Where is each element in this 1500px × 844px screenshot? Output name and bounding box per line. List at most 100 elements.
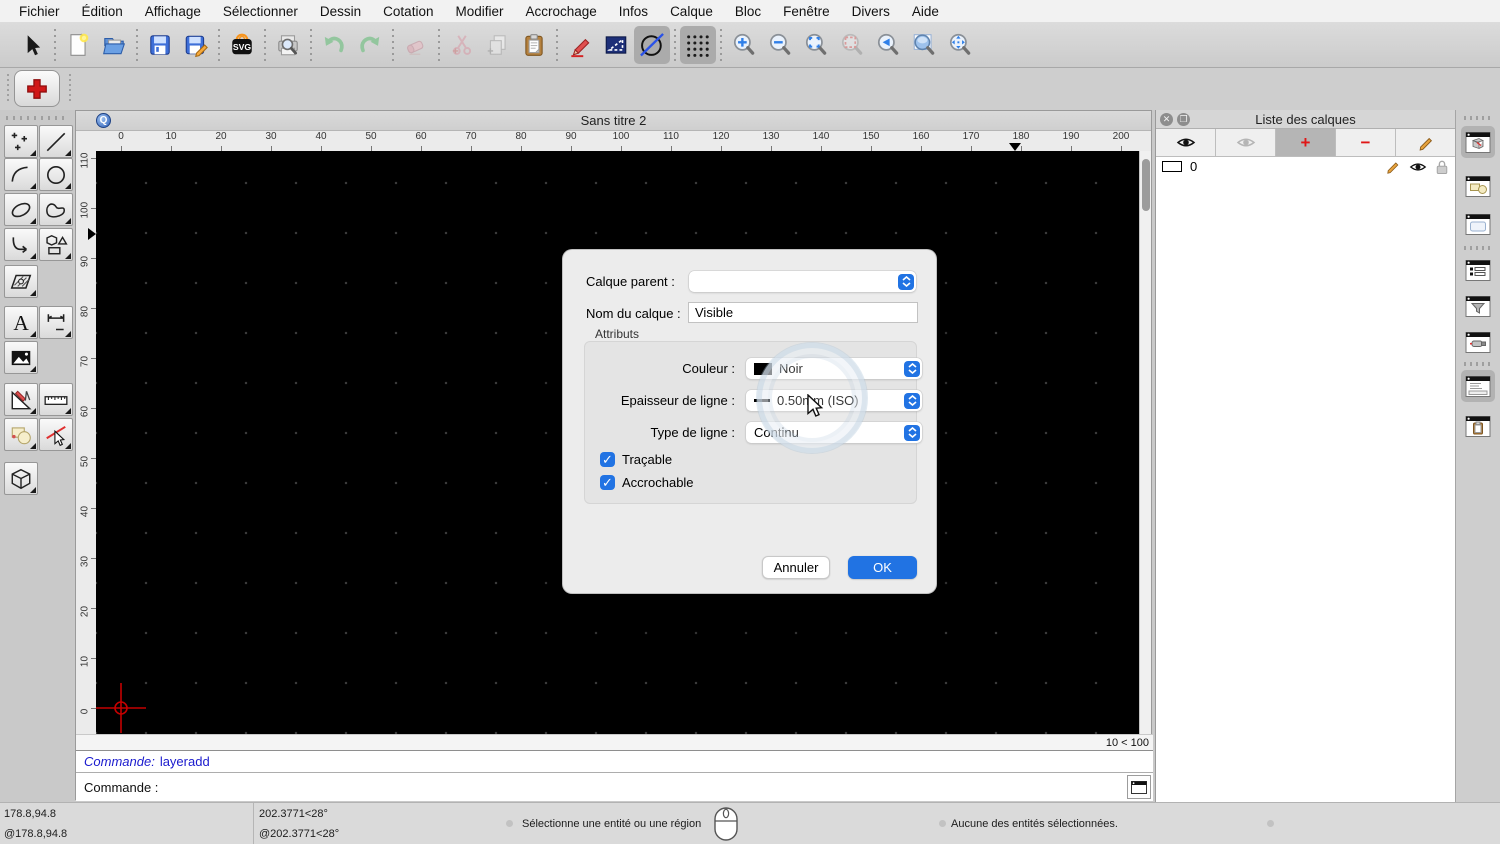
toolbar-drag-handle[interactable] [6, 74, 10, 104]
measure-tool-icon[interactable] [39, 383, 73, 416]
layer-row[interactable]: 0 [1156, 157, 1455, 176]
menu-edition[interactable]: Édition [71, 4, 134, 19]
command-line-panel-toggle-icon[interactable] [1461, 370, 1495, 402]
arc-tool-icon[interactable] [4, 158, 38, 191]
command-input[interactable] [158, 773, 1127, 801]
vertical-scrollbar[interactable] [1139, 151, 1151, 734]
menu-modifier[interactable]: Modifier [444, 4, 514, 19]
property-list-panel-toggle-icon[interactable] [1461, 254, 1495, 286]
dimension-tool-icon[interactable] [39, 306, 73, 339]
polyline-tool-icon[interactable] [4, 228, 38, 261]
zoom-in-icon[interactable] [726, 26, 762, 64]
block-list-panel-toggle-icon[interactable] [1461, 170, 1495, 202]
library-browser-panel-toggle-icon[interactable] [1461, 208, 1495, 240]
select-cursor-icon[interactable] [14, 26, 50, 64]
undo-icon[interactable] [316, 26, 352, 64]
select-entity-tool-icon[interactable] [39, 418, 73, 451]
menu-cotation[interactable]: Cotation [372, 4, 444, 19]
ruler-tick-label: 90 [565, 131, 577, 142]
menu-affichage[interactable]: Affichage [134, 4, 212, 19]
toolbar-separator [50, 28, 60, 61]
snappable-checkbox[interactable]: ✓ Accrochable [600, 475, 694, 490]
parent-layer-dropdown[interactable] [689, 271, 916, 292]
zoom-window-icon[interactable] [906, 26, 942, 64]
zoom-pan-icon[interactable] [942, 26, 978, 64]
text-tool-icon[interactable]: A [4, 306, 38, 339]
document-titlebar[interactable]: Q Sans titre 2 [76, 111, 1151, 131]
save-icon[interactable] [142, 26, 178, 64]
plottable-label: Traçable [622, 452, 673, 467]
open-file-icon[interactable] [96, 26, 132, 64]
statusbar: 178.8,94.8 @178.8,94.8 202.3771<28° @202… [0, 802, 1500, 844]
menu-dessin[interactable]: Dessin [309, 4, 372, 19]
spotlight-panel-toggle-icon[interactable] [1461, 326, 1495, 358]
menu-calque[interactable]: Calque [659, 4, 724, 19]
shapes-tool-icon[interactable] [39, 228, 73, 261]
circle-tool-icon[interactable] [39, 158, 73, 191]
cancel-button[interactable]: Annuler [762, 556, 830, 579]
add-layer-button[interactable]: + [1276, 129, 1336, 157]
selection-rectangle-icon[interactable] [598, 26, 634, 64]
layer-name-input[interactable] [688, 302, 918, 323]
zoom-auto-icon[interactable] [798, 26, 834, 64]
status-bullet [1267, 820, 1274, 827]
show-all-layers-button[interactable] [1156, 129, 1216, 157]
checkbox-check-icon: ✓ [600, 452, 615, 467]
block-tool-icon[interactable] [4, 418, 38, 451]
plottable-checkbox[interactable]: ✓ Traçable [600, 452, 672, 467]
cut-icon[interactable] [444, 26, 480, 64]
menu-aide[interactable]: Aide [901, 4, 950, 19]
draft-mode-icon[interactable] [634, 25, 670, 64]
image-tool-icon[interactable] [4, 341, 38, 374]
clipboard-panel-toggle-icon[interactable] [1461, 410, 1495, 442]
eraser-icon[interactable] [398, 26, 434, 64]
draw-pen-icon[interactable] [562, 26, 598, 64]
ellipse-tool-icon[interactable] [4, 193, 38, 226]
copy-icon[interactable] [480, 26, 516, 64]
menu-divers[interactable]: Divers [841, 4, 901, 19]
zoom-back-icon[interactable] [870, 26, 906, 64]
layer-list-panel-toggle-icon[interactable] [1461, 126, 1495, 158]
ruler-tick-label: 60 [415, 131, 427, 142]
spline-tool-icon[interactable] [39, 193, 73, 226]
palette-drag-handle[interactable] [6, 116, 68, 120]
solid-3d-tool-icon[interactable] [4, 462, 38, 495]
close-icon[interactable]: ✕ [1160, 113, 1173, 126]
new-document-icon[interactable] [60, 26, 96, 64]
statusbar-divider [253, 803, 254, 844]
eye-icon[interactable] [1409, 160, 1427, 174]
menu-infos[interactable]: Infos [608, 4, 659, 19]
layer-panel-titlebar[interactable]: ✕ ❐ Liste des calques [1156, 110, 1455, 129]
detach-command-widget-button[interactable] [1127, 775, 1151, 799]
remove-layer-button[interactable]: − [1336, 129, 1396, 157]
paste-icon[interactable] [516, 26, 552, 64]
modify-tool-icon[interactable] [4, 383, 38, 416]
zoom-previous-icon[interactable] [834, 26, 870, 64]
hatch-tool-icon[interactable] [4, 265, 38, 298]
toolbar-drag-handle[interactable] [68, 74, 72, 104]
vertical-scrollbar-thumb[interactable] [1142, 159, 1150, 211]
menu-selectionner[interactable]: Sélectionner [212, 4, 309, 19]
edit-layer-button[interactable] [1396, 129, 1455, 157]
horizontal-scroll-strip[interactable]: 10 < 100 [76, 734, 1153, 750]
points-tool-icon[interactable] [4, 125, 38, 158]
print-preview-icon[interactable] [270, 26, 306, 64]
pencil-icon[interactable] [1385, 159, 1401, 175]
float-panel-icon[interactable]: ❐ [1177, 113, 1190, 126]
svg-export-icon[interactable]: SVG [224, 26, 260, 64]
grid-toggle-icon[interactable] [680, 25, 716, 64]
menu-bloc[interactable]: Bloc [724, 4, 772, 19]
selection-filter-panel-toggle-icon[interactable] [1461, 290, 1495, 322]
menu-fichier[interactable]: Fichier [8, 4, 71, 19]
hide-all-layers-button[interactable] [1216, 129, 1276, 157]
cad-menu-button[interactable] [14, 70, 60, 107]
zoom-out-icon[interactable] [762, 26, 798, 64]
redo-icon[interactable] [352, 26, 388, 64]
save-as-icon[interactable] [178, 26, 214, 64]
ok-button[interactable]: OK [848, 556, 917, 579]
dock-drag-handle[interactable] [1464, 116, 1494, 120]
line-tool-icon[interactable] [39, 125, 73, 158]
menu-fenetre[interactable]: Fenêtre [772, 4, 841, 19]
lock-icon[interactable] [1435, 159, 1449, 175]
menu-accrochage[interactable]: Accrochage [514, 4, 607, 19]
